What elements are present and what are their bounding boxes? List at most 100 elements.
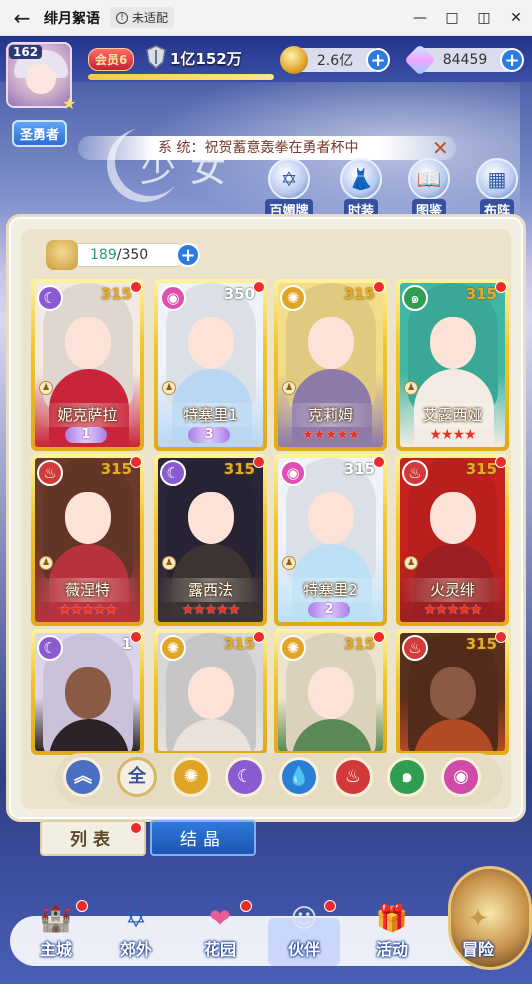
close-icon[interactable]: ✕ bbox=[500, 10, 532, 26]
capacity-text: 189/350 bbox=[90, 247, 148, 263]
partner-name: 克莉姆 bbox=[278, 403, 383, 427]
partner-card[interactable]: ♨ 315 ♟ 火灵绯 ★★★★★ bbox=[396, 454, 509, 626]
maximize-icon[interactable]: □ bbox=[436, 10, 468, 26]
notification-dot bbox=[324, 900, 336, 912]
compat-badge[interactable]: ! 未适配 bbox=[110, 7, 175, 28]
nav-label: 活动 bbox=[375, 940, 408, 959]
partner-card[interactable]: ♨ 315 ♟ 薇涅特 ★★★★★ bbox=[31, 454, 144, 626]
pawn-icon: ♟ bbox=[162, 556, 176, 570]
feature-button-0[interactable]: ✡ 百媚牌 bbox=[260, 158, 318, 220]
filter-wind-icon[interactable]: ๑ bbox=[387, 757, 427, 797]
partner-panel: 189/350 + ☾ 315 ♟ 妮克萨拉 1 ◉ 350 ♟ 特塞里1 3 ✺ 315 ♟ 克莉姆 ★★… bbox=[6, 214, 526, 822]
info-icon: ! bbox=[116, 11, 128, 24]
portrait-face bbox=[308, 317, 354, 369]
filter-fire-icon[interactable]: ♨ bbox=[333, 757, 373, 797]
partner-card[interactable]: ♨ 315 bbox=[396, 629, 509, 755]
minimize-icon[interactable]: — bbox=[404, 10, 436, 26]
partner-name: 妮克萨拉 bbox=[35, 403, 140, 427]
gold-coin-icon bbox=[280, 46, 308, 74]
partner-level: 315 bbox=[343, 460, 375, 478]
nav-castle[interactable]: 🏰 主城 bbox=[16, 892, 96, 972]
partner-card[interactable]: ◉ 315 ♟ 特塞里2 2 bbox=[274, 454, 387, 626]
portrait-face bbox=[188, 667, 234, 719]
pawn-icon: ♟ bbox=[162, 381, 176, 395]
portrait-face bbox=[188, 317, 234, 369]
add-gold-button[interactable]: + bbox=[366, 48, 390, 72]
nav-partner[interactable]: ☺ 伙伴 bbox=[264, 892, 344, 972]
pink-element-icon: ◉ bbox=[280, 460, 306, 486]
notification-dot bbox=[495, 631, 507, 643]
capacity-current: 189 bbox=[90, 247, 117, 263]
portrait-face bbox=[430, 492, 476, 544]
system-notice: 系 统：祝贺蓄意轰拳在勇者杯中 bbox=[78, 136, 456, 160]
add-diamond-button[interactable]: + bbox=[500, 48, 524, 72]
nav-adventure[interactable]: ✦ 冒险 bbox=[438, 892, 518, 972]
filter-all-icon[interactable]: 全 bbox=[117, 757, 157, 797]
partner-card[interactable]: ☾ 315 ♟ 露西法 ★★★★★ bbox=[154, 454, 267, 626]
partner-card[interactable]: ☾ 315 ♟ 妮克萨拉 1 bbox=[31, 279, 144, 451]
filter-light-icon[interactable]: ︽ bbox=[63, 757, 103, 797]
portrait-face bbox=[308, 492, 354, 544]
partner-card[interactable]: ✺ 315 bbox=[274, 629, 387, 755]
partner-card[interactable]: ✺ 315 bbox=[154, 629, 267, 755]
expand-capacity-button[interactable]: + bbox=[176, 243, 200, 267]
star-rating: ★★★★★ bbox=[181, 602, 241, 618]
partner-level: 315 bbox=[100, 460, 132, 478]
nav-heart[interactable]: ❤ 花园 bbox=[180, 892, 260, 972]
partner-level: 315 bbox=[223, 460, 255, 478]
notification-dot bbox=[373, 631, 385, 643]
notification-dot bbox=[130, 631, 142, 643]
notification-dot bbox=[130, 822, 142, 834]
compat-badge-label: 未适配 bbox=[132, 11, 169, 25]
pink-element-icon: ◉ bbox=[160, 285, 186, 311]
nav-label: 花园 bbox=[203, 940, 236, 959]
rank-badge: 3 bbox=[188, 427, 230, 443]
filter-water-icon[interactable]: 💧 bbox=[279, 757, 319, 797]
fire-element-icon: ♨ bbox=[402, 460, 428, 486]
gold-resource: 2.6亿 + bbox=[280, 46, 390, 74]
fire-element-icon: ♨ bbox=[402, 635, 428, 661]
player-title[interactable]: 圣勇者 bbox=[12, 120, 68, 147]
capacity-max: /350 bbox=[116, 247, 149, 263]
feature-button-2[interactable]: 📖 图鉴 bbox=[400, 158, 458, 220]
moon-element-icon: ☾ bbox=[37, 285, 63, 311]
filter-pink-orb-icon[interactable]: ◉ bbox=[441, 757, 481, 797]
diamond-resource: 84459 + bbox=[404, 44, 524, 76]
feature-button-3[interactable]: ▦ 布阵 bbox=[468, 158, 526, 220]
filter-sun-icon[interactable]: ✺ bbox=[171, 757, 211, 797]
power-value: 1亿152万 bbox=[170, 50, 242, 68]
partner-card[interactable]: ✺ 315 ♟ 克莉姆 ★★★★★ bbox=[274, 279, 387, 451]
partner-level: 315 bbox=[223, 635, 255, 653]
exp-bar bbox=[88, 74, 274, 80]
player-level: 162 bbox=[9, 45, 43, 59]
sun-element-icon: ✺ bbox=[280, 635, 306, 661]
wind-element-icon: ๑ bbox=[402, 285, 428, 311]
tab-crystal[interactable]: 结晶 bbox=[150, 820, 256, 856]
vip-badge[interactable]: 会员6 bbox=[88, 48, 135, 71]
partner-name: 艾露西娅 bbox=[400, 403, 505, 427]
star-rating: ★★★★★ bbox=[301, 427, 361, 443]
portrait-face bbox=[65, 667, 111, 719]
sidebar-icon[interactable]: ◫ bbox=[468, 10, 500, 26]
partner-level: 315 bbox=[465, 460, 497, 478]
arrow-left-icon[interactable]: ← bbox=[0, 6, 44, 30]
partner-card[interactable]: ◉ 350 ♟ 特塞里1 3 bbox=[154, 279, 267, 451]
star-rating: ★★★★ bbox=[429, 427, 476, 443]
filter-moon-icon[interactable]: ☾ bbox=[225, 757, 265, 797]
notification-dot bbox=[130, 281, 142, 293]
partner-card[interactable]: ☾ 1 bbox=[31, 629, 144, 755]
nav-compass[interactable]: ✡ 郊外 bbox=[96, 892, 176, 972]
nav-label: 主城 bbox=[39, 940, 72, 959]
book-icon: 📖 bbox=[408, 158, 450, 200]
notification-dot bbox=[495, 281, 507, 293]
star-of-david-icon: ✡ bbox=[268, 158, 310, 200]
nav-gift[interactable]: 🎁 活动 bbox=[352, 892, 432, 972]
partner-card[interactable]: ๑ 315 ♟ 艾露西娅 ★★★★ bbox=[396, 279, 509, 451]
portrait-face bbox=[65, 492, 111, 544]
feature-button-1[interactable]: 👗 时装 bbox=[332, 158, 390, 220]
game-viewport: 少女 162 ★ 圣勇者 会员6 1亿152万 2.6亿 + 84459 + 系… bbox=[0, 36, 532, 984]
partner-name: 特塞里1 bbox=[158, 403, 263, 427]
notification-dot bbox=[253, 456, 265, 468]
partner-level: 315 bbox=[343, 635, 375, 653]
close-notice-icon[interactable]: ✕ bbox=[432, 136, 449, 160]
